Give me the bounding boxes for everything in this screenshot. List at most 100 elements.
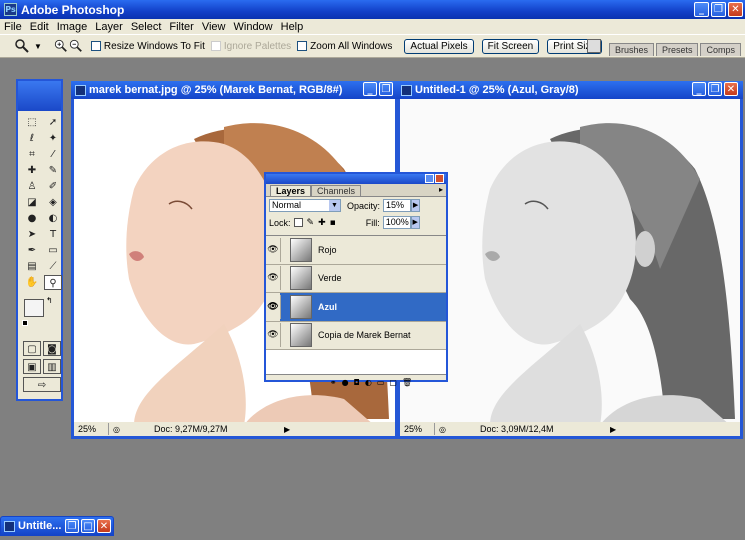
layer-row-verde[interactable]: 👁 Verde	[266, 264, 446, 293]
close-button[interactable]: ✕	[728, 2, 743, 17]
dodge-tool-icon[interactable]: ◐	[44, 211, 62, 226]
move-tool-icon[interactable]: ➚	[44, 115, 62, 130]
doc-close-button[interactable]: ✕	[724, 82, 738, 96]
notes-tool-icon[interactable]: ▤	[23, 259, 41, 274]
menu-layer[interactable]: Layer	[91, 21, 127, 33]
zoom-tool-icon[interactable]	[14, 38, 30, 54]
lasso-tool-icon[interactable]: ℓ	[23, 131, 41, 146]
zoom-level[interactable]: 25%	[74, 424, 108, 434]
layer-row-copia-de-marek-bernat[interactable]: 👁 Copia de Marek Bernat	[266, 321, 446, 350]
resize-windows-checkbox[interactable]: Resize Windows To Fit	[90, 41, 205, 52]
visibility-eye-icon[interactable]: 👁	[266, 273, 280, 283]
status-menu-arrow-icon[interactable]: ▶	[610, 425, 616, 434]
opacity-input[interactable]: 15%	[383, 199, 412, 212]
swap-colors-icon[interactable]: ↰	[46, 296, 53, 305]
maximize-doc-button[interactable]: □	[81, 519, 95, 533]
document-titlebar[interactable]: Untitled-1 @ 25% (Azul, Gray/8) _ ❐ ✕	[397, 81, 743, 99]
fit-screen-button[interactable]: Fit Screen	[481, 38, 540, 54]
delete-layer-icon[interactable]: 🗑	[402, 378, 412, 387]
link-layers-icon[interactable]: ⚭	[330, 378, 337, 387]
new-group-icon[interactable]: ▭	[377, 378, 385, 387]
foreground-color[interactable]	[24, 299, 44, 317]
pen-tool-icon[interactable]: ✒	[23, 243, 41, 258]
crop-tool-icon[interactable]: ⌗	[23, 147, 41, 162]
menu-image[interactable]: Image	[53, 21, 92, 33]
layer-row-azul[interactable]: 👁 Azul	[266, 293, 446, 322]
menu-help[interactable]: Help	[277, 21, 308, 33]
layer-mask-icon[interactable]: ◘	[354, 378, 360, 387]
blend-mode-select[interactable]: Normal ▼	[269, 199, 341, 212]
palette-well-tab-comps[interactable]: Comps	[700, 43, 741, 56]
healing-brush-tool-icon[interactable]: ✚	[23, 163, 41, 178]
opacity-slider-arrow-icon[interactable]: ▶	[411, 199, 421, 212]
doc-maximize-button[interactable]: ❐	[379, 82, 393, 96]
doc-minimize-button[interactable]: _	[363, 82, 377, 96]
eraser-tool-icon[interactable]: ◪	[23, 195, 41, 210]
eyedropper-tool-icon[interactable]: ⟋	[44, 259, 62, 274]
minimized-document[interactable]: Untitle... ❐ □ ✕	[0, 516, 114, 536]
color-swatches[interactable]: ↰	[18, 296, 61, 336]
quick-mask-icon[interactable]: ◙	[43, 341, 61, 356]
visibility-eye-icon[interactable]: 👁	[266, 293, 280, 321]
tool-preset-dropdown-icon[interactable]: ▼	[34, 42, 42, 51]
palette-well-tab-presets[interactable]: Presets	[655, 43, 699, 56]
status-menu-arrow-icon[interactable]: ▶	[284, 425, 290, 434]
blur-tool-icon[interactable]: ●	[23, 211, 41, 226]
layer-style-icon[interactable]: ●	[342, 378, 349, 387]
menu-view[interactable]: View	[198, 21, 230, 33]
paint-bucket-tool-icon[interactable]: ◈	[44, 195, 62, 210]
magic-wand-tool-icon[interactable]: ✦	[44, 131, 62, 146]
marquee-tool-icon[interactable]: ⬚	[23, 115, 41, 130]
actual-pixels-button[interactable]: Actual Pixels	[404, 38, 474, 54]
fill-slider-arrow-icon[interactable]: ▶	[410, 216, 420, 229]
close-doc-button[interactable]: ✕	[97, 519, 111, 533]
minimize-button[interactable]: _	[694, 2, 709, 17]
menu-edit[interactable]: Edit	[26, 21, 53, 33]
restore-button[interactable]: ❐	[711, 2, 726, 17]
tab-layers[interactable]: Layers	[270, 185, 312, 196]
tab-channels[interactable]: Channels	[311, 185, 362, 196]
default-colors-icon[interactable]	[22, 320, 28, 326]
status-options-icon[interactable]: ◎	[435, 425, 450, 434]
new-layer-icon[interactable]: ▢	[389, 378, 397, 387]
document-canvas[interactable]	[400, 99, 740, 422]
panel-minimize-button[interactable]	[425, 174, 434, 183]
history-brush-tool-icon[interactable]: ✐	[44, 179, 62, 194]
menu-file[interactable]: File	[0, 21, 26, 33]
palette-well-tab-brushes[interactable]: Brushes	[608, 43, 654, 56]
zoom-all-windows-checkbox[interactable]: Zoom All Windows	[297, 41, 392, 52]
doc-restore-button[interactable]: ❐	[708, 82, 722, 96]
screen-mode-standard-icon[interactable]: ▣	[23, 359, 41, 374]
slice-tool-icon[interactable]: ⁄	[44, 147, 62, 162]
shape-tool-icon[interactable]: ▭	[44, 243, 62, 258]
imageready-jump-icon[interactable]: ⇨	[23, 377, 61, 392]
zoom-in-icon[interactable]	[54, 39, 68, 53]
zoom-level[interactable]: 25%	[400, 424, 434, 434]
screen-mode-full-icon[interactable]: ▥	[43, 359, 61, 374]
document-titlebar[interactable]: marek bernat.jpg @ 25% (Marek Bernat, RG…	[71, 81, 398, 99]
layers-panel-header[interactable]	[266, 174, 446, 184]
zoom-out-icon[interactable]	[69, 39, 83, 53]
clone-stamp-tool-icon[interactable]: ♙	[23, 179, 41, 194]
visibility-eye-icon[interactable]: 👁	[266, 330, 280, 340]
brush-tool-icon[interactable]: ✎	[44, 163, 62, 178]
path-selection-tool-icon[interactable]: ➤	[23, 227, 41, 242]
lock-transparency-icon[interactable]	[293, 218, 303, 227]
zoom-tool-icon[interactable]: ⚲	[44, 275, 62, 290]
standard-mode-icon[interactable]: ▢	[23, 341, 41, 356]
menu-select[interactable]: Select	[127, 21, 166, 33]
lock-position-icon[interactable]: ✚	[318, 218, 326, 228]
visibility-eye-icon[interactable]: 👁	[266, 245, 280, 255]
layer-row-rojo[interactable]: 👁 Rojo	[266, 236, 446, 265]
menu-filter[interactable]: Filter	[165, 21, 197, 33]
panel-menu-icon[interactable]: ▸	[439, 185, 443, 194]
type-tool-icon[interactable]: T	[44, 227, 62, 242]
status-options-icon[interactable]: ◎	[109, 425, 124, 434]
panel-close-button[interactable]	[435, 174, 444, 183]
restore-doc-button[interactable]: ❐	[65, 519, 79, 533]
menu-window[interactable]: Window	[230, 21, 277, 33]
doc-minimize-button[interactable]: _	[692, 82, 706, 96]
file-browser-icon[interactable]	[586, 39, 601, 53]
fill-input[interactable]: 100%	[382, 216, 411, 229]
hand-tool-icon[interactable]: ✋	[23, 275, 41, 290]
